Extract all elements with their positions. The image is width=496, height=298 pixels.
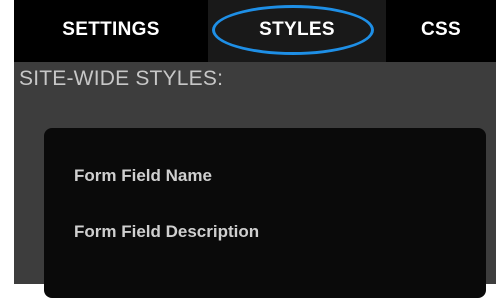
style-preview-box: Form Field Name Form Field Description [44,128,486,298]
tab-settings[interactable]: SETTINGS [14,0,208,62]
section-title: SITE-WIDE STYLES: [19,67,224,90]
tab-css-label: CSS [421,19,461,40]
styles-panel: SETTINGS STYLES CSS SITE-WIDE STYLES: Fo… [14,0,496,298]
tab-settings-label: SETTINGS [62,19,160,40]
tab-styles-label: STYLES [259,19,335,40]
tab-bar: SETTINGS STYLES CSS [14,0,496,62]
form-field-name-sample: Form Field Name [74,166,212,185]
form-field-description-sample: Form Field Description [74,222,260,241]
tab-css[interactable]: CSS [386,0,496,62]
tab-styles[interactable]: STYLES [208,0,386,62]
